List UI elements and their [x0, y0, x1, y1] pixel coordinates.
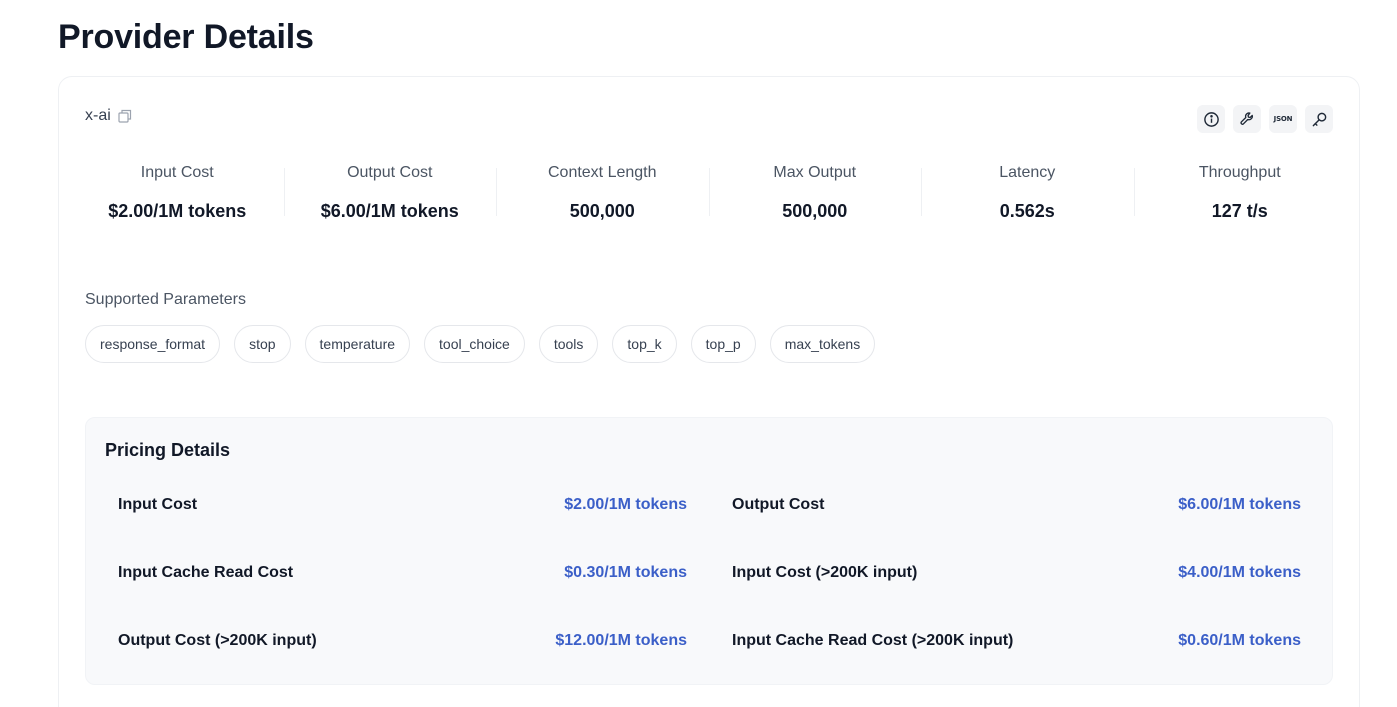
pricing-label: Output Cost: [732, 496, 825, 513]
key-button[interactable]: [1305, 105, 1333, 133]
pricing-details-panel: Pricing Details Input Cost $2.00/1M toke…: [85, 417, 1333, 685]
provider-name: x-ai: [85, 107, 111, 124]
pricing-grid: Input Cost $2.00/1M tokens Output Cost $…: [118, 496, 1301, 700]
stat-max-output: Max Output 500,000: [708, 163, 922, 222]
pricing-value: $6.00/1M tokens: [1178, 496, 1301, 513]
pricing-label: Input Cost (>200K input): [732, 564, 918, 581]
pricing-row: Output Cost (>200K input) $12.00/1M toke…: [118, 632, 687, 700]
key-icon: [1312, 112, 1326, 126]
parameter-chip: max_tokens: [769, 325, 876, 363]
parameter-chip: response_format: [85, 325, 221, 363]
stat-label: Latency: [999, 164, 1056, 181]
info-icon: [1203, 111, 1219, 127]
stat-latency: Latency 0.562s: [921, 163, 1134, 222]
stat-label: Context Length: [547, 164, 657, 181]
stat-output-cost: Output Cost $6.00/1M tokens: [283, 163, 497, 222]
stat-label: Output Cost: [347, 164, 433, 181]
provider-card: x-ai JSON Input Cost $2.00/1M tokens Out…: [58, 76, 1360, 707]
stat-context-length: Context Length 500,000: [496, 163, 709, 222]
info-button[interactable]: [1197, 105, 1225, 133]
pricing-row: Input Cost (>200K input) $4.00/1M tokens: [687, 564, 1301, 632]
pricing-value: $4.00/1M tokens: [1178, 564, 1301, 581]
wrench-button[interactable]: [1233, 105, 1261, 133]
pricing-value: $2.00/1M tokens: [564, 496, 687, 513]
parameter-chip: tools: [538, 325, 599, 363]
pricing-label: Input Cache Read Cost (>200K input): [732, 632, 1014, 649]
supported-parameters-list: response_format stop temperature tool_ch…: [85, 325, 876, 363]
copy-icon[interactable]: [118, 109, 132, 123]
pricing-row: Input Cost $2.00/1M tokens: [118, 496, 687, 564]
parameter-chip: temperature: [304, 325, 411, 363]
pricing-label: Input Cost: [118, 496, 198, 513]
stat-label: Input Cost: [140, 164, 214, 181]
stat-value: $6.00/1M tokens: [320, 201, 459, 221]
parameter-chip: top_p: [690, 325, 756, 363]
pricing-value: $0.60/1M tokens: [1178, 632, 1301, 649]
stat-throughput: Throughput 127 t/s: [1133, 163, 1347, 222]
pricing-value: $0.30/1M tokens: [564, 564, 687, 581]
supported-parameters-label: Supported Parameters: [85, 291, 246, 308]
pricing-row: Output Cost $6.00/1M tokens: [687, 496, 1301, 564]
stats-row: Input Cost $2.00/1M tokens Output Cost $…: [71, 163, 1346, 222]
stat-value: 0.562s: [999, 201, 1055, 221]
stat-label: Throughput: [1198, 164, 1281, 181]
stat-value: $2.00/1M tokens: [108, 201, 247, 221]
pricing-row: Input Cache Read Cost (>200K input) $0.6…: [687, 632, 1301, 700]
stat-value: 127 t/s: [1211, 201, 1268, 221]
pricing-row: Input Cache Read Cost $0.30/1M tokens: [118, 564, 687, 632]
parameter-chip: tool_choice: [424, 325, 525, 363]
pricing-details-title: Pricing Details: [105, 440, 231, 460]
stat-value: 500,000: [782, 201, 848, 221]
parameter-chip: top_k: [612, 325, 677, 363]
pricing-label: Output Cost (>200K input): [118, 632, 317, 649]
pricing-value: $12.00/1M tokens: [555, 632, 687, 649]
provider-actions: JSON: [1197, 105, 1333, 133]
stat-input-cost: Input Cost $2.00/1M tokens: [71, 163, 284, 222]
json-icon: JSON: [1273, 115, 1293, 123]
provider-header: x-ai: [85, 107, 132, 125]
json-button[interactable]: JSON: [1269, 105, 1297, 133]
stat-label: Max Output: [773, 164, 857, 181]
stat-value: 500,000: [569, 201, 635, 221]
parameter-chip: stop: [234, 325, 291, 363]
page-title: Provider Details: [58, 18, 314, 56]
pricing-label: Input Cache Read Cost: [118, 564, 294, 581]
wrench-icon: [1239, 111, 1253, 125]
